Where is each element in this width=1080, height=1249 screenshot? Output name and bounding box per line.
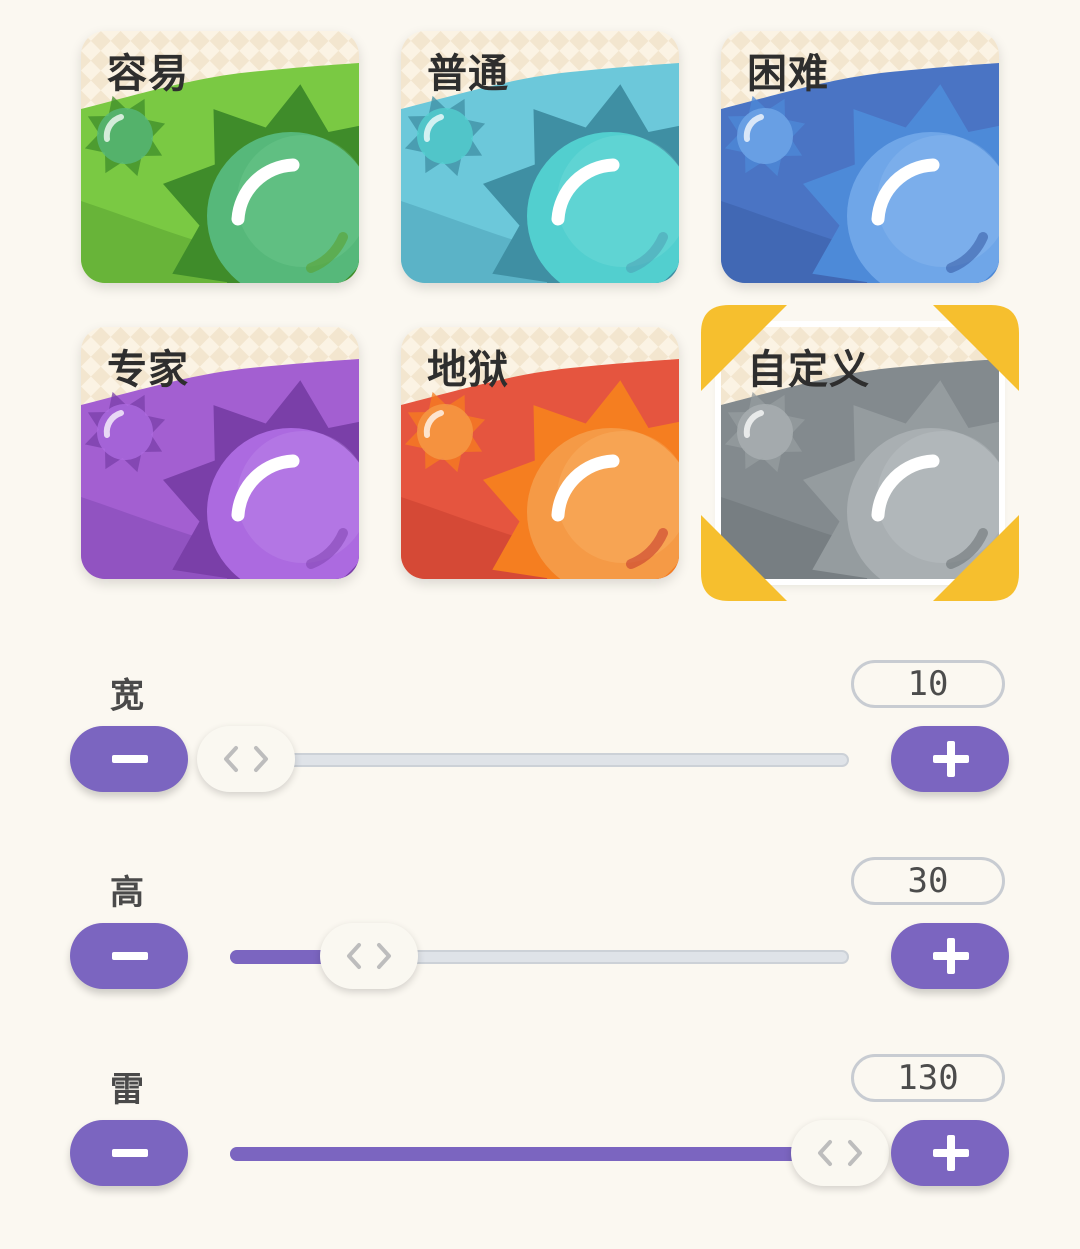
slider-thumb[interactable] [319,923,418,989]
difficulty-card-3[interactable]: 专家 [81,327,359,579]
slider-label: 高 [110,873,144,913]
slider-value: 30 [851,857,1005,905]
slider-fill [230,1147,840,1161]
decrement-button[interactable] [70,726,188,792]
difficulty-card-2[interactable]: 困难 [721,31,999,283]
difficulty-card-4[interactable]: 地狱 [401,327,679,579]
drag-arrows-icon [818,1140,862,1166]
increment-button[interactable] [891,726,1009,792]
drag-arrows-icon [346,943,391,969]
difficulty-card-0[interactable]: 容易 [81,31,359,283]
increment-button[interactable] [891,923,1009,989]
difficulty-label: 困难 [747,51,829,97]
minus-icon [112,1149,148,1157]
slider-value: 130 [851,1054,1005,1102]
slider-row-1: 高 30 [0,857,1080,1005]
difficulty-label: 自定义 [747,347,870,393]
decrement-button[interactable] [70,1120,188,1186]
difficulty-label: 普通 [427,51,509,97]
difficulty-label: 容易 [107,51,189,97]
slider-label: 雷 [110,1070,144,1110]
slider-row-2: 雷 130 [0,1054,1080,1202]
slider-value: 10 [851,660,1005,708]
drag-arrows-icon [224,746,268,772]
slider-label: 宽 [110,676,144,716]
difficulty-card-1[interactable]: 普通 [401,31,679,283]
plus-icon [933,741,969,777]
difficulty-label: 专家 [107,347,189,393]
slider-thumb[interactable] [197,726,295,792]
decrement-button[interactable] [70,923,188,989]
slider-thumb[interactable] [791,1120,889,1186]
difficulty-grid: 容易 普通 困难 专家 地狱 自定义 [0,0,1080,620]
plus-icon [933,1135,969,1171]
slider-row-0: 宽 10 [0,660,1080,808]
difficulty-card-5[interactable]: 自定义 [715,321,1005,585]
plus-icon [933,938,969,974]
difficulty-label: 地狱 [427,347,509,393]
minus-icon [112,755,148,763]
minus-icon [112,952,148,960]
slider-track[interactable] [230,753,849,767]
increment-button[interactable] [891,1120,1009,1186]
